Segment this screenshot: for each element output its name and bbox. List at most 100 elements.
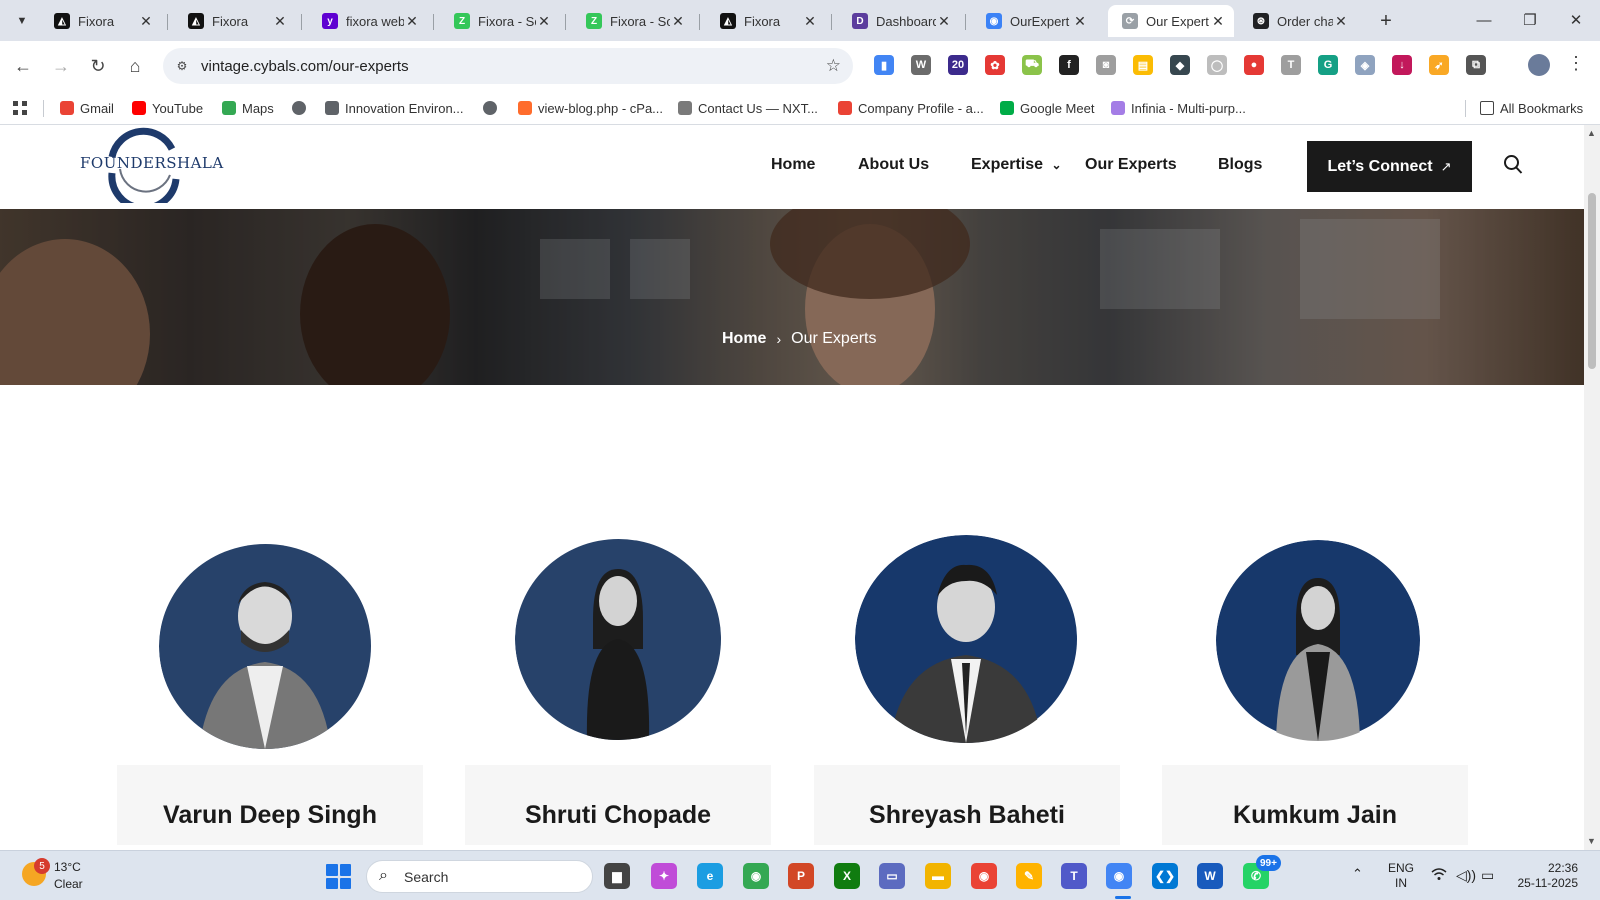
file-explorer-dark-icon[interactable]: ▆ xyxy=(604,863,630,889)
browser-tab[interactable]: ⊛ Order cha ✕ xyxy=(1239,5,1357,37)
browser-tab[interactable]: ◭ Fixora ✕ xyxy=(706,5,826,37)
browser-tab[interactable]: ◉ OurExpert ✕ xyxy=(972,5,1096,37)
teams-icon[interactable]: T xyxy=(1061,863,1087,889)
site-info-icon[interactable]: ⚙ xyxy=(173,57,191,75)
forward-button[interactable]: → xyxy=(47,52,75,80)
scroll-up-icon[interactable]: ▲ xyxy=(1587,128,1596,138)
bookmark-item[interactable]: Gmail xyxy=(60,99,114,117)
breadcrumb-home[interactable]: Home xyxy=(722,330,766,348)
xbox-icon[interactable]: X xyxy=(834,863,860,889)
address-bar[interactable]: ⚙ vintage.cybals.com/our-experts ☆ xyxy=(163,48,853,84)
chrome-icon[interactable]: ◉ xyxy=(743,863,769,889)
grammarly-icon[interactable]: G xyxy=(1318,55,1338,75)
camera-icon[interactable]: ◙ xyxy=(1096,55,1116,75)
site-logo[interactable]: FOUNDERSHALA xyxy=(80,127,223,203)
browser-tab[interactable]: ◭ Fixora ✕ xyxy=(174,5,296,37)
weather-widget[interactable]: 5 13°C Clear xyxy=(22,858,112,894)
browser-tab[interactable]: y fixora web ✕ xyxy=(308,5,428,37)
terminal-icon[interactable]: ▭ xyxy=(879,863,905,889)
nav-expertise[interactable]: Expertise ⌄ xyxy=(971,156,1062,174)
browser-tab[interactable]: ◭ Fixora ✕ xyxy=(40,5,162,37)
browser-tab[interactable]: Z Fixora - So ✕ xyxy=(572,5,694,37)
all-bookmarks-button[interactable]: All Bookmarks xyxy=(1480,99,1583,117)
copilot-icon[interactable]: ✦ xyxy=(651,863,677,889)
vscode-icon[interactable]: ❮❯ xyxy=(1152,863,1178,889)
taskbar-search[interactable]: ⌕ Search xyxy=(366,860,593,893)
font-icon[interactable]: f xyxy=(1059,55,1079,75)
tab-close-icon[interactable]: ✕ xyxy=(536,13,552,29)
edge-icon[interactable]: e xyxy=(697,863,723,889)
word-icon[interactable]: W xyxy=(1197,863,1223,889)
language-indicator[interactable]: ENG IN xyxy=(1388,861,1414,891)
wordpress-icon[interactable]: W xyxy=(911,55,931,75)
restore-button[interactable]: ❐ xyxy=(1508,6,1552,34)
pokeball-icon[interactable]: ● xyxy=(1244,55,1264,75)
note-icon[interactable]: ▤ xyxy=(1133,55,1153,75)
text-icon[interactable]: T xyxy=(1281,55,1301,75)
minimize-button[interactable]: — xyxy=(1462,6,1506,34)
cap-extension-icon[interactable]: 20 xyxy=(948,55,968,75)
bookmark-item[interactable]: Contact Us — NXT... xyxy=(678,99,818,117)
wifi-icon[interactable] xyxy=(1431,867,1447,884)
reload-button[interactable]: ↻ xyxy=(84,52,112,80)
scrollbar-thumb[interactable] xyxy=(1588,193,1596,369)
volume-icon[interactable]: ◁)) xyxy=(1456,867,1476,884)
browser-tab[interactable]: D Dashboard ✕ xyxy=(838,5,960,37)
back-button[interactable]: ← xyxy=(9,52,37,80)
nav-about-us[interactable]: About Us xyxy=(858,156,929,174)
profile-avatar[interactable] xyxy=(1528,54,1550,76)
bookmark-item[interactable]: Innovation Environ... xyxy=(325,99,464,117)
bookmark-item[interactable] xyxy=(483,99,503,117)
chrome-active-icon[interactable]: ◉ xyxy=(1106,863,1132,889)
bookmark-item[interactable]: Company Profile - a... xyxy=(838,99,984,117)
url-text[interactable]: vintage.cybals.com/our-experts xyxy=(201,58,409,75)
tab-close-icon[interactable]: ✕ xyxy=(138,13,154,29)
powerpoint-icon[interactable]: P xyxy=(788,863,814,889)
folder-icon[interactable]: ▬ xyxy=(925,863,951,889)
page-scrollbar[interactable]: ▲ ▼ xyxy=(1584,125,1600,850)
paint-icon[interactable]: ✎ xyxy=(1016,863,1042,889)
system-clock[interactable]: 22:36 25-11-2025 xyxy=(1514,861,1579,891)
nav-our-experts[interactable]: Our Experts xyxy=(1085,156,1177,174)
battery-icon[interactable]: ▭ xyxy=(1481,867,1494,884)
tab-close-icon[interactable]: ✕ xyxy=(272,13,288,29)
color-wheel-icon[interactable]: ✿ xyxy=(985,55,1005,75)
tab-close-icon[interactable]: ✕ xyxy=(670,13,686,29)
bookmark-item[interactable]: view-blog.php - cPa... xyxy=(518,99,663,117)
bookmark-item[interactable] xyxy=(292,99,312,117)
puzzle-icon[interactable]: ⧉ xyxy=(1466,55,1486,75)
bookmark-item[interactable]: Infinia - Multi-purp... xyxy=(1111,99,1246,117)
shield-dark-icon[interactable]: ◆ xyxy=(1170,55,1190,75)
bookmark-item[interactable]: YouTube xyxy=(132,99,203,117)
nav-blogs[interactable]: Blogs xyxy=(1218,156,1262,174)
start-button[interactable] xyxy=(326,864,351,889)
tab-close-icon[interactable]: ✕ xyxy=(1072,13,1088,29)
close-window-button[interactable]: ✕ xyxy=(1554,6,1598,34)
lets-connect-button[interactable]: Let’s Connect ↗ xyxy=(1307,141,1472,192)
browser-menu-icon[interactable]: ⋮ xyxy=(1567,53,1585,74)
nav-home[interactable]: Home xyxy=(771,156,815,174)
bookmark-item[interactable]: Maps xyxy=(222,99,274,117)
search-icon[interactable] xyxy=(1503,154,1523,176)
mouse-icon[interactable]: ◯ xyxy=(1207,55,1227,75)
download-icon[interactable]: ↓ xyxy=(1392,55,1412,75)
tray-overflow-icon[interactable]: ⌃ xyxy=(1352,866,1363,882)
tab-close-icon[interactable]: ✕ xyxy=(1210,13,1226,29)
tab-close-icon[interactable]: ✕ xyxy=(1333,13,1349,29)
apps-grid-icon[interactable] xyxy=(12,99,28,117)
scroll-down-icon[interactable]: ▼ xyxy=(1587,836,1596,846)
cart-icon[interactable]: ⛟ xyxy=(1022,55,1042,75)
tab-close-icon[interactable]: ✕ xyxy=(802,13,818,29)
browser-tab[interactable]: ⟳ Our Expert ✕ xyxy=(1108,5,1234,37)
bookmark-item[interactable]: Google Meet xyxy=(1000,99,1094,117)
bookmark-star-icon[interactable]: ☆ xyxy=(826,56,841,76)
tab-close-icon[interactable]: ✕ xyxy=(404,13,420,29)
chrome-secondary-icon[interactable]: ◉ xyxy=(971,863,997,889)
shield-icon[interactable]: ◈ xyxy=(1355,55,1375,75)
docs-extension-icon[interactable]: ▮ xyxy=(874,55,894,75)
tab-search-button[interactable]: ▼ xyxy=(8,8,36,34)
new-tab-button[interactable]: + xyxy=(1373,8,1399,34)
tab-close-icon[interactable]: ✕ xyxy=(936,13,952,29)
browser-tab[interactable]: Z Fixora - So ✕ xyxy=(440,5,560,37)
home-button[interactable]: ⌂ xyxy=(121,52,149,80)
